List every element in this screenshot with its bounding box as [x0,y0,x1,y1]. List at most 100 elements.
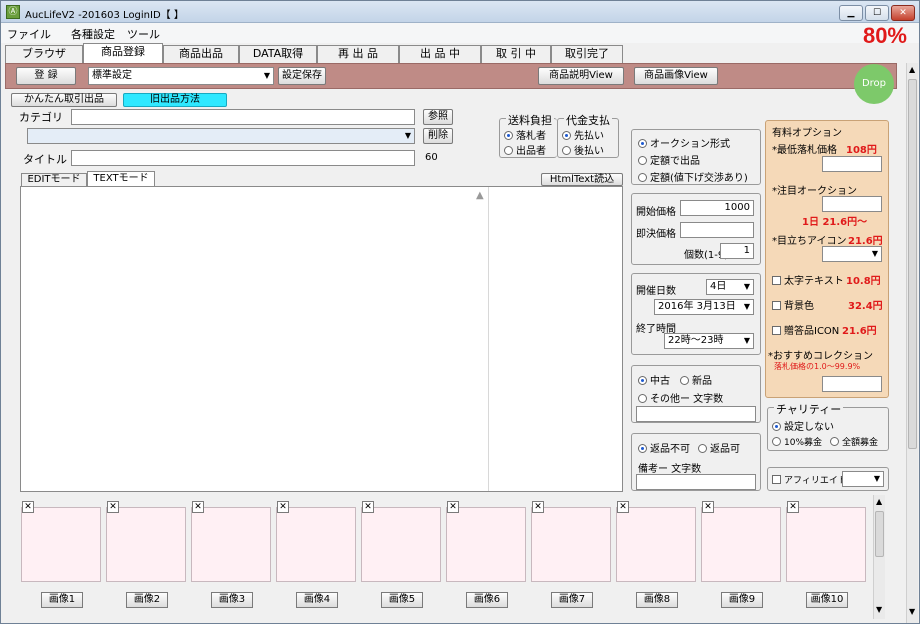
returns-note-input[interactable] [636,474,756,490]
tab-edit-mode[interactable]: EDITモード [21,173,87,187]
drop-zone[interactable]: Drop [854,64,894,104]
scroll-up-icon[interactable]: ▲ [909,65,915,74]
quantity-input[interactable]: 1 [720,243,754,259]
thumbnail-scrollbar[interactable]: ▲ ▼ [873,495,885,619]
simple-trade-button[interactable]: かんたん取引出品 [11,93,117,107]
returns-no-radio[interactable]: 返品不可 [638,440,690,455]
scroll-down-icon[interactable]: ▼ [909,607,915,616]
image-button-3[interactable]: 画像3 [211,592,253,608]
format-fixed-radio[interactable]: 定額で出品 [638,152,700,167]
remove-image-icon[interactable]: ✕ [617,501,629,513]
maximize-icon[interactable]: ☐ [865,5,889,21]
buy-price-input[interactable] [680,222,754,238]
returns-yes-radio[interactable]: 返品可 [698,440,740,455]
image-slot-5[interactable] [361,507,441,582]
remove-image-icon[interactable]: ✕ [787,501,799,513]
image-button-9[interactable]: 画像9 [721,592,763,608]
menu-file[interactable]: ファイル [7,26,51,42]
minimize-icon[interactable]: ▁ [839,5,863,21]
image-slot-10[interactable] [786,507,866,582]
tab-active-listing[interactable]: 出 品 中 [399,45,481,63]
affiliate-select[interactable]: ▼ [842,471,884,487]
title-input[interactable] [71,150,415,166]
html-load-button[interactable]: HtmlText読込 [541,173,623,186]
end-date-select[interactable]: 2016年 3月13日 ▼ [654,299,754,315]
charity-all-radio[interactable]: 全額募金 [830,435,878,448]
remove-image-icon[interactable]: ✕ [22,501,34,513]
recommend-input[interactable] [822,376,882,392]
condition-new-radio[interactable]: 新品 [680,372,712,387]
image-button-8[interactable]: 画像8 [636,592,678,608]
category-select[interactable]: ▼ [27,128,415,144]
payment-postpay-radio[interactable]: 後払い [562,142,604,157]
condition-other-radio[interactable]: その他ー 文字数 [638,390,723,405]
description-view-button[interactable]: 商品説明View [538,67,624,85]
register-button[interactable]: 登 録 [16,67,76,85]
min-bid-input[interactable] [822,156,882,172]
image-slot-7[interactable] [531,507,611,582]
image-slot-8[interactable] [616,507,696,582]
browse-button[interactable]: 参照 [423,109,453,125]
close-icon[interactable]: ✕ [891,5,915,21]
condition-other-input[interactable] [636,406,756,422]
start-price-input[interactable]: 1000 [680,200,754,216]
tab-trade-complete[interactable]: 取引完了 [551,45,623,63]
tab-product-listing[interactable]: 商品出品 [163,45,239,63]
gift-icon-checkbox[interactable]: 贈答品ICON [772,322,839,337]
image-button-10[interactable]: 画像10 [806,592,848,608]
scrollbar-thumb[interactable] [875,511,884,557]
featured-input[interactable] [822,196,882,212]
image-button-2[interactable]: 画像2 [126,592,168,608]
affiliate-checkbox[interactable]: アフィリエイト [772,473,847,486]
charity-ten-radio[interactable]: 10%募金 [772,435,822,448]
tab-text-mode[interactable]: TEXTモード [87,171,155,187]
image-button-1[interactable]: 画像1 [41,592,83,608]
menu-settings[interactable]: 各種設定 [71,26,115,42]
remove-image-icon[interactable]: ✕ [702,501,714,513]
save-setting-button[interactable]: 設定保存 [278,67,326,85]
tab-browser[interactable]: ブラウザ [5,45,83,63]
description-editor[interactable]: ▲ [20,186,623,492]
image-slot-2[interactable] [106,507,186,582]
menu-tools[interactable]: ツール [127,26,160,42]
payment-prepay-radio[interactable]: 先払い [562,127,604,142]
scroll-up-icon[interactable]: ▲ [476,190,484,201]
main-scrollbar[interactable]: ▲ ▼ [906,63,918,623]
image-slot-1[interactable] [21,507,101,582]
image-button-6[interactable]: 画像6 [466,592,508,608]
end-time-select[interactable]: 22時〜23時 ▼ [664,333,754,349]
category-input[interactable] [71,109,415,125]
remove-image-icon[interactable]: ✕ [277,501,289,513]
scroll-down-icon[interactable]: ▼ [876,605,882,614]
bold-text-checkbox[interactable]: 太字テキスト [772,272,844,287]
tab-in-trade[interactable]: 取 引 中 [481,45,551,63]
tab-relist[interactable]: 再 出 品 [317,45,399,63]
image-view-button[interactable]: 商品画像View [634,67,718,85]
delete-button[interactable]: 削除 [423,128,453,144]
remove-image-icon[interactable]: ✕ [532,501,544,513]
tab-product-register[interactable]: 商品登録 [83,43,163,63]
condition-used-radio[interactable]: 中古 [638,372,670,387]
image-slot-6[interactable] [446,507,526,582]
preset-select[interactable]: 標準設定 ▼ [88,67,274,85]
remove-image-icon[interactable]: ✕ [107,501,119,513]
scroll-up-icon[interactable]: ▲ [876,497,882,506]
shipping-buyer-radio[interactable]: 落札者 [504,127,546,142]
image-slot-3[interactable] [191,507,271,582]
charity-none-radio[interactable]: 設定しない [772,418,834,433]
image-button-7[interactable]: 画像7 [551,592,593,608]
remove-image-icon[interactable]: ✕ [192,501,204,513]
shipping-seller-radio[interactable]: 出品者 [504,142,546,157]
background-checkbox[interactable]: 背景色 [772,297,814,312]
scrollbar-thumb[interactable] [908,79,917,449]
image-button-4[interactable]: 画像4 [296,592,338,608]
tab-data-fetch[interactable]: DATA取得 [239,45,317,63]
image-slot-9[interactable] [701,507,781,582]
format-negotiable-radio[interactable]: 定額(値下げ交渉あり) [638,169,748,184]
image-button-5[interactable]: 画像5 [381,592,423,608]
old-method-button[interactable]: 旧出品方法 [123,93,227,107]
icon-select[interactable]: ▼ [822,246,882,262]
remove-image-icon[interactable]: ✕ [447,501,459,513]
image-slot-4[interactable] [276,507,356,582]
days-select[interactable]: 4日 ▼ [706,279,754,295]
